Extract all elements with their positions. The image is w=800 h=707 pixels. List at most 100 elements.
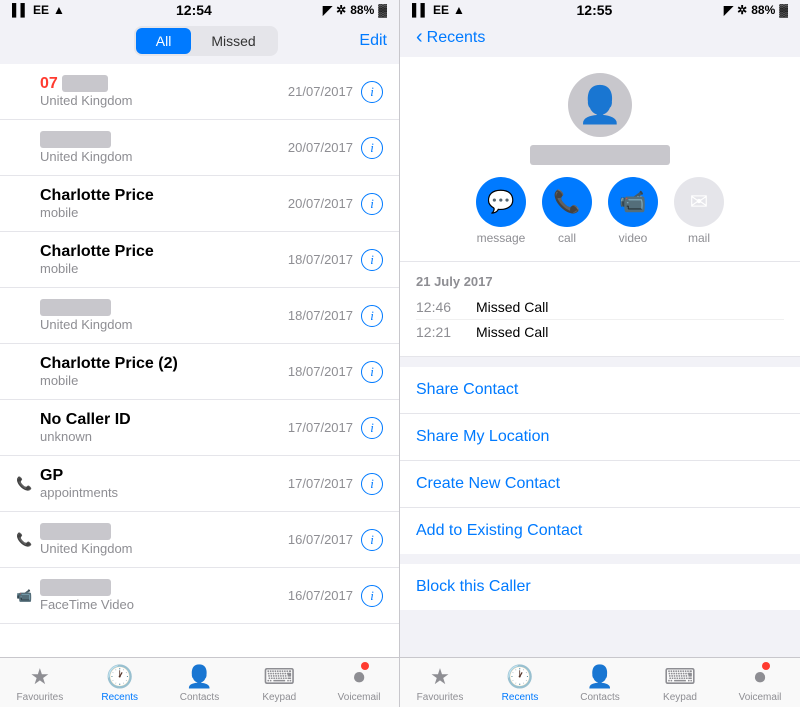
right-tab-recents-label: Recents bbox=[502, 692, 539, 703]
call-action[interactable]: 📞 call bbox=[542, 177, 592, 245]
info-button[interactable]: i bbox=[361, 249, 383, 271]
info-button[interactable]: i bbox=[361, 137, 383, 159]
right-tab-voicemail[interactable]: ⏺ Voicemail bbox=[720, 664, 800, 703]
right-status-left: ▌▌ EE ▲ bbox=[412, 3, 465, 17]
list-item[interactable]: Charlotte Price mobile 20/07/2017 i bbox=[0, 176, 399, 232]
call-item-right: 18/07/2017 i bbox=[288, 361, 383, 383]
list-item[interactable]: Charlotte Price mobile 18/07/2017 i bbox=[0, 232, 399, 288]
video-icon: 📹 bbox=[619, 189, 646, 215]
video-circle: 📹 bbox=[608, 177, 658, 227]
info-button[interactable]: i bbox=[361, 361, 383, 383]
caller-sub: mobile bbox=[40, 373, 288, 388]
caller-name: Charlotte Price bbox=[40, 187, 288, 205]
right-header: ‹ Recents bbox=[400, 20, 800, 57]
info-button[interactable]: i bbox=[361, 193, 383, 215]
left-clock: 12:54 bbox=[176, 2, 212, 18]
all-segment-btn[interactable]: All bbox=[136, 28, 192, 54]
tab-keypad[interactable]: ⌨ Keypad bbox=[239, 664, 319, 703]
create-contact-item[interactable]: Create New Contact bbox=[400, 461, 800, 508]
missed-segment-btn[interactable]: Missed bbox=[191, 28, 275, 54]
call-type-icon: 📹 bbox=[16, 588, 34, 604]
right-tab-recents[interactable]: 🕐 Recents bbox=[480, 664, 560, 703]
caller-sub: United Kingdom bbox=[40, 317, 288, 332]
info-button[interactable]: i bbox=[361, 585, 383, 607]
list-item[interactable]: United Kingdom 20/07/2017 i bbox=[0, 120, 399, 176]
call-date: 17/07/2017 bbox=[288, 476, 353, 491]
list-item[interactable]: No Caller ID unknown 17/07/2017 i bbox=[0, 400, 399, 456]
list-item[interactable]: Charlotte Price (2) mobile 18/07/2017 i bbox=[0, 344, 399, 400]
voicemail-icon: ⏺ bbox=[354, 664, 365, 690]
video-action[interactable]: 📹 video bbox=[608, 177, 658, 245]
edit-button[interactable]: Edit bbox=[359, 32, 387, 50]
info-button[interactable]: i bbox=[361, 529, 383, 551]
add-existing-item[interactable]: Add to Existing Contact bbox=[400, 508, 800, 554]
right-battery-icon: ▓ bbox=[779, 3, 788, 17]
share-location-item[interactable]: Share My Location bbox=[400, 414, 800, 461]
caller-sub: United Kingdom bbox=[40, 149, 288, 164]
tab-favourites[interactable]: ★ Favourites bbox=[0, 664, 80, 703]
right-tab-contacts[interactable]: 👤 Contacts bbox=[560, 664, 640, 703]
mail-circle: ✉ bbox=[674, 177, 724, 227]
share-contact-item[interactable]: Share Contact bbox=[400, 367, 800, 414]
call-circle: 📞 bbox=[542, 177, 592, 227]
tab-contacts[interactable]: 👤 Contacts bbox=[160, 664, 240, 703]
right-tab-favourites[interactable]: ★ Favourites bbox=[400, 664, 480, 703]
call-item-info: No Caller ID unknown bbox=[40, 411, 288, 444]
call-type-icon: 📞 bbox=[16, 476, 34, 492]
right-favourites-icon: ★ bbox=[430, 664, 450, 690]
call-item-right: 21/07/2017 i bbox=[288, 81, 383, 103]
info-button[interactable]: i bbox=[361, 305, 383, 327]
right-battery-label: 88% bbox=[751, 3, 775, 17]
caller-sub: unknown bbox=[40, 429, 288, 444]
call-item-right: 20/07/2017 i bbox=[288, 137, 383, 159]
caller-name bbox=[40, 299, 288, 317]
action-list: Share Contact Share My Location Create N… bbox=[400, 367, 800, 554]
list-item[interactable]: 📹 FaceTime Video 16/07/2017 i bbox=[0, 568, 399, 624]
contact-actions: 💬 message 📞 call 📹 video ✉ mai bbox=[476, 177, 724, 245]
keypad-icon: ⌨ bbox=[263, 664, 295, 690]
list-item[interactable]: 📞 GP appointments 17/07/2017 i bbox=[0, 456, 399, 512]
info-button[interactable]: i bbox=[361, 417, 383, 439]
blurred-number bbox=[62, 75, 108, 92]
carrier-label: EE bbox=[33, 3, 49, 17]
list-item[interactable]: United Kingdom 18/07/2017 i bbox=[0, 288, 399, 344]
list-item[interactable]: 📞 United Kingdom 16/07/2017 i bbox=[0, 512, 399, 568]
info-button[interactable]: i bbox=[361, 81, 383, 103]
back-button[interactable]: ‹ Recents bbox=[416, 26, 485, 49]
right-bluetooth-icon: ✲ bbox=[737, 3, 747, 17]
tab-recents[interactable]: 🕐 Recents bbox=[80, 664, 160, 703]
right-tab-keypad[interactable]: ⌨ Keypad bbox=[640, 664, 720, 703]
call-icon: 📞 bbox=[553, 189, 580, 215]
right-recents-icon: 🕐 bbox=[506, 664, 533, 690]
right-tab-favourites-label: Favourites bbox=[417, 692, 464, 703]
favourites-icon: ★ bbox=[30, 664, 50, 690]
tab-voicemail[interactable]: ⏺ Voicemail bbox=[319, 664, 399, 703]
message-action[interactable]: 💬 message bbox=[476, 177, 526, 245]
message-circle: 💬 bbox=[476, 177, 526, 227]
tab-voicemail-label: Voicemail bbox=[338, 692, 381, 703]
call-item-info: Charlotte Price (2) mobile bbox=[40, 355, 288, 388]
call-item-right: 18/07/2017 i bbox=[288, 305, 383, 327]
call-history-entry: 12:46 Missed Call bbox=[416, 295, 784, 320]
caller-name bbox=[40, 579, 288, 597]
call-date: 20/07/2017 bbox=[288, 196, 353, 211]
contacts-icon: 👤 bbox=[186, 664, 213, 690]
right-panel: ▌▌ EE ▲ 12:55 ◤ ✲ 88% ▓ ‹ Recents 👤 💬 bbox=[400, 0, 800, 707]
call-time: 12:21 bbox=[416, 324, 476, 340]
block-caller-item[interactable]: Block this Caller bbox=[400, 564, 800, 610]
left-status-right: ◤ ✲ 88% ▓ bbox=[323, 3, 387, 17]
message-icon: 💬 bbox=[487, 189, 514, 215]
call-date: 21/07/2017 bbox=[288, 84, 353, 99]
call-item-info: United Kingdom bbox=[40, 299, 288, 332]
list-item[interactable]: 07 United Kingdom 21/07/2017 i bbox=[0, 64, 399, 120]
info-button[interactable]: i bbox=[361, 473, 383, 495]
video-label: video bbox=[619, 231, 648, 245]
mail-action[interactable]: ✉ mail bbox=[674, 177, 724, 245]
bluetooth-icon: ✲ bbox=[336, 3, 346, 17]
caller-sub: appointments bbox=[40, 485, 288, 500]
mail-label: mail bbox=[688, 231, 710, 245]
block-section: Block this Caller bbox=[400, 564, 800, 610]
call-time: 12:46 bbox=[416, 299, 476, 315]
right-tab-voicemail-label: Voicemail bbox=[739, 692, 782, 703]
left-status-left: ▌▌ EE ▲ bbox=[12, 3, 65, 17]
